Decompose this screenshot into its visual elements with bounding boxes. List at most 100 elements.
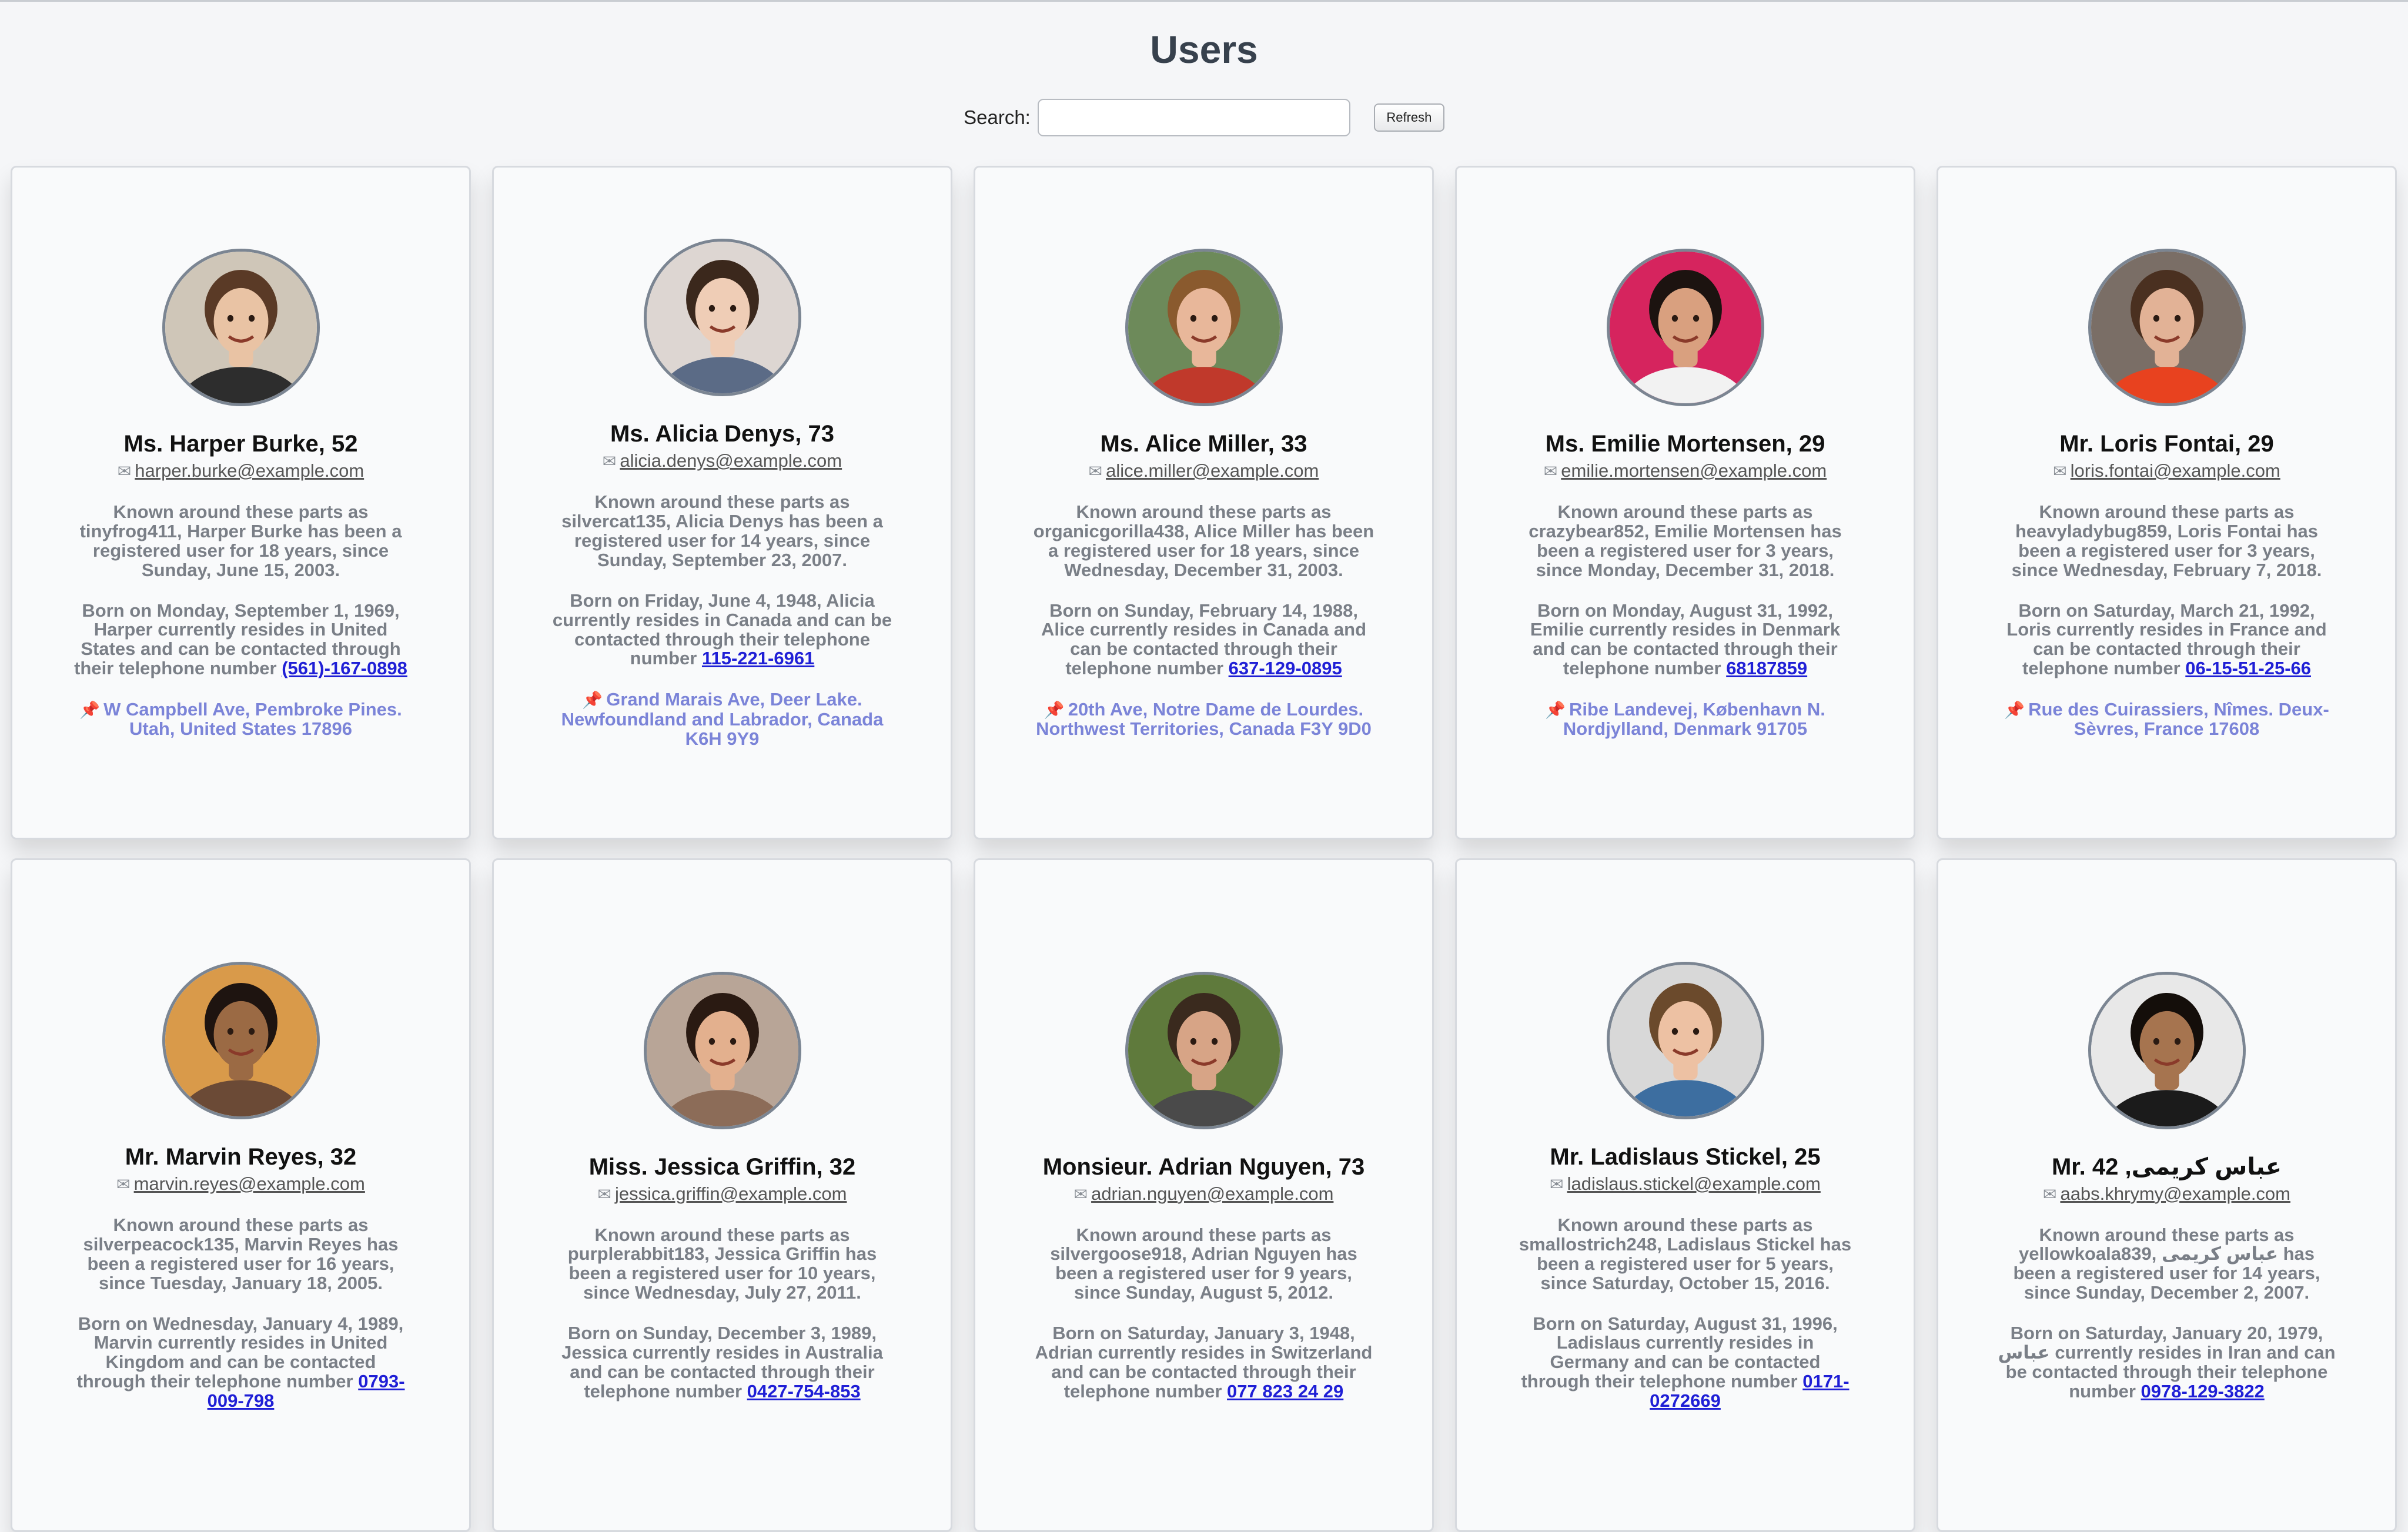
- address-text: W Campbell Ave, Pembroke Pines. Utah, Un…: [103, 698, 402, 740]
- mail-icon: ✉: [117, 462, 132, 481]
- phone-link[interactable]: 0427-754-853: [747, 1381, 861, 1401]
- avatar-portrait: [1128, 974, 1280, 1126]
- avatar-portrait: [165, 965, 317, 1117]
- avatar-portrait: [1609, 965, 1761, 1117]
- avatar: [162, 249, 320, 407]
- user-name: Ms. Alice Miller, 33: [1100, 431, 1307, 457]
- email-row: ✉ ladislaus.stickel@example.com: [1550, 1173, 1821, 1195]
- user-born: Born on Saturday, August 31, 1996, Ladis…: [1515, 1314, 1856, 1411]
- avatar-portrait: [2091, 974, 2243, 1126]
- avatar-portrait: [646, 242, 798, 394]
- user-card: Miss. Jessica Griffin, 32 ✉ jessica.griff…: [492, 858, 952, 1532]
- mail-icon: ✉: [2042, 1185, 2057, 1203]
- address-text: 20th Ave, Notre Dame de Lourdes. Northwe…: [1036, 698, 1372, 740]
- user-about: Known around these parts as tinyfrog411,…: [79, 501, 402, 580]
- email-link[interactable]: adrian.nguyen@example.com: [1091, 1183, 1333, 1204]
- user-card: Mr. Marvin Reyes, 32 ✉ marvin.reyes@examp…: [11, 858, 471, 1532]
- email-link[interactable]: alicia.denys@example.com: [620, 450, 842, 471]
- user-born: Born on Friday, June 4, 1948, Alicia cur…: [552, 591, 893, 668]
- mail-icon: ✉: [602, 452, 617, 471]
- avatar: [1125, 971, 1283, 1129]
- avatar-portrait: [646, 974, 798, 1126]
- email-link[interactable]: emilie.mortensen@example.com: [1561, 460, 1827, 481]
- user-name: Ms. Harper Burke, 52: [123, 431, 358, 457]
- email-row: ✉ alice.miller@example.com: [1089, 460, 1319, 481]
- user-name: Miss. Jessica Griffin, 32: [588, 1153, 856, 1180]
- email-link[interactable]: alice.miller@example.com: [1106, 460, 1319, 481]
- phone-link[interactable]: (561)-167-0898: [282, 658, 407, 678]
- user-grid: Ms. Harper Burke, 52 ✉ harper.burke@examp…: [11, 166, 2397, 1532]
- mail-icon: ✉: [1543, 462, 1558, 481]
- address-text: Grand Marais Ave, Deer Lake. Newfoundlan…: [561, 689, 884, 750]
- email-link[interactable]: harper.burke@example.com: [135, 460, 364, 481]
- email-row: ✉ aabs.khrymy@example.com: [2043, 1183, 2290, 1205]
- phone-link[interactable]: 68187859: [1726, 658, 1807, 678]
- user-name: Ms. Emilie Mortensen, 29: [1545, 431, 1825, 457]
- mail-icon: ✉: [1073, 1185, 1088, 1203]
- user-born: Born on Saturday, January 3, 1948, Adria…: [1034, 1323, 1374, 1401]
- phone-link[interactable]: 637-129-0895: [1229, 658, 1342, 678]
- user-about: Known around these parts as silverpeacoc…: [83, 1215, 399, 1293]
- user-card: Ms. Alice Miller, 33 ✉ alice.miller@examp…: [974, 166, 1434, 839]
- email-row: ✉ jessica.griffin@example.com: [598, 1183, 847, 1205]
- email-link[interactable]: aabs.khrymy@example.com: [2060, 1183, 2290, 1204]
- user-name: Mr. Marvin Reyes, 32: [125, 1144, 357, 1170]
- address-text: Ribe Landevej, København N. Nordjylland,…: [1563, 698, 1825, 740]
- top-border: [0, 0, 2408, 2]
- born-text: Born on Saturday, August 31, 1996, Ladis…: [1521, 1313, 1838, 1392]
- user-name: Mr. Ladislaus Stickel, 25: [1550, 1144, 1821, 1170]
- avatar-portrait: [165, 252, 317, 404]
- user-card: Mr. 42 ,عباس کریمی ✉ aabs.khrymy@example.…: [1937, 858, 2397, 1532]
- email-row: ✉ loris.fontai@example.com: [2053, 460, 2280, 481]
- user-about: Known around these parts as silvercat135…: [561, 491, 883, 570]
- avatar-portrait: [1609, 252, 1761, 404]
- mail-icon: ✉: [2053, 462, 2067, 481]
- email-link[interactable]: ladislaus.stickel@example.com: [1567, 1173, 1821, 1194]
- search-input[interactable]: [1037, 99, 1350, 136]
- avatar-portrait: [2091, 252, 2243, 404]
- user-address[interactable]: 📌 Ribe Landevej, København N. Nordjylland…: [1509, 700, 1862, 739]
- email-row: ✉ adrian.nguyen@example.com: [1074, 1183, 1334, 1205]
- user-name: Ms. Alicia Denys, 73: [610, 421, 834, 447]
- email-link[interactable]: marvin.reyes@example.com: [134, 1173, 365, 1194]
- avatar: [643, 239, 801, 397]
- user-address[interactable]: 📌 Rue des Cuirassiers, Nîmes. Deux-Sèvres…: [1991, 700, 2343, 739]
- avatar: [1606, 249, 1764, 407]
- pushpin-icon: 📌: [582, 691, 603, 710]
- avatar: [2088, 249, 2246, 407]
- phone-link[interactable]: 06-15-51-25-66: [2185, 658, 2311, 678]
- phone-link[interactable]: 0978-129-3822: [2141, 1381, 2265, 1401]
- email-link[interactable]: loris.fontai@example.com: [2071, 460, 2280, 481]
- phone-link[interactable]: 115-221-6961: [702, 648, 814, 668]
- user-born: Born on Saturday, January 20, 1979, عباس…: [1996, 1323, 2337, 1401]
- user-about: Known around these parts as smallostrich…: [1519, 1215, 1852, 1293]
- search-label: Search:: [964, 106, 1031, 128]
- user-born: Born on Monday, September 1, 1969, Harpe…: [71, 601, 412, 678]
- user-address[interactable]: 📌 W Campbell Ave, Pembroke Pines. Utah, U…: [65, 700, 417, 739]
- email-link[interactable]: jessica.griffin@example.com: [615, 1183, 847, 1204]
- user-card: Ms. Alicia Denys, 73 ✉ alicia.denys@examp…: [492, 166, 952, 839]
- avatar: [2088, 971, 2246, 1129]
- avatar: [162, 962, 320, 1120]
- user-born: Born on Monday, August 31, 1992, Emilie …: [1515, 601, 1856, 678]
- user-born: Born on Wednesday, January 4, 1989, Marv…: [71, 1314, 412, 1411]
- user-about: Known around these parts as crazybear852…: [1529, 501, 1842, 580]
- user-about: Known around these parts as yellowkoala8…: [2013, 1224, 2320, 1303]
- user-about: Known around these parts as organicgoril…: [1033, 501, 1374, 580]
- refresh-button[interactable]: Refresh: [1373, 103, 1444, 132]
- email-row: ✉ harper.burke@example.com: [118, 460, 364, 481]
- user-address[interactable]: 📌 Grand Marais Ave, Deer Lake. Newfoundla…: [546, 690, 899, 748]
- address-text: Rue des Cuirassiers, Nîmes. Deux-Sèvres,…: [2028, 698, 2329, 740]
- page-title: Users: [1150, 28, 1258, 71]
- user-address[interactable]: 📌 20th Ave, Notre Dame de Lourdes. Northw…: [1028, 700, 1380, 739]
- avatar-portrait: [1128, 252, 1280, 404]
- user-card: Monsieur. Adrian Nguyen, 73 ✉ adrian.nguy…: [974, 858, 1434, 1532]
- phone-link[interactable]: 077 823 24 29: [1227, 1381, 1343, 1401]
- pushpin-icon: 📌: [1044, 700, 1065, 719]
- mail-icon: ✉: [1550, 1175, 1564, 1194]
- user-born: Born on Saturday, March 21, 1992, Loris …: [1996, 601, 2337, 678]
- user-about: Known around these parts as silvergoose9…: [1050, 1224, 1357, 1303]
- user-name: Mr. 42 ,عباس کریمی: [2051, 1153, 2282, 1180]
- email-row: ✉ alicia.denys@example.com: [603, 450, 842, 471]
- user-card: Mr. Loris Fontai, 29 ✉ loris.fontai@examp…: [1937, 166, 2397, 839]
